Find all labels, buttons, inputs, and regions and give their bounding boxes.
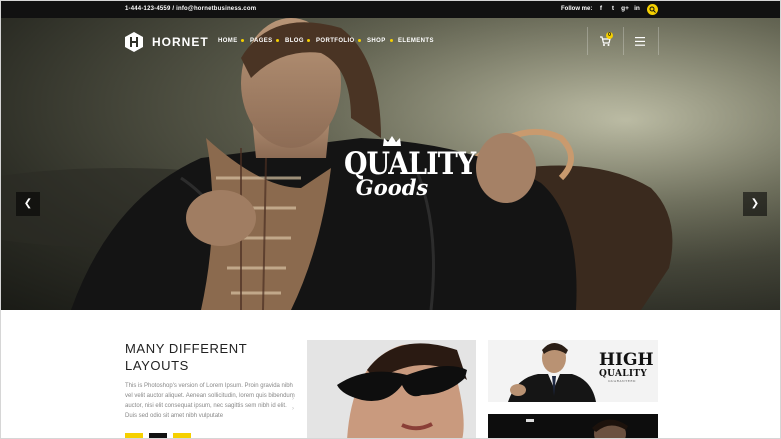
top-bar: 1-444-123-4559 / info@hornetbusiness.com… [1,1,780,18]
contact-info: 1-444-123-4559 / info@hornetbusiness.com [125,6,257,12]
facebook-icon[interactable]: f [596,5,606,14]
color-swatch-yellow[interactable] [173,433,191,438]
menu-item-shop[interactable]: SHOP [367,38,386,44]
brand-name[interactable]: HORNET [152,35,209,49]
hornet-logo-icon[interactable] [124,32,144,52]
nav-divider [623,27,624,55]
dark-promo-photo[interactable] [488,414,658,438]
menu-separator [241,39,244,42]
hero-headline: QUALITY Goods [344,146,476,199]
menu-separator [276,39,279,42]
section-title: MANY DIFFERENT LAYOUTS [125,341,248,373]
menu-separator [358,39,361,42]
menu-item-pages[interactable]: PAGES [250,38,273,44]
high-quality-line-3: GUARANTEED [608,379,636,383]
scroll-indicator: › › [292,396,294,412]
menu-item-home[interactable]: HOME [218,38,238,44]
color-swatch-black[interactable] [149,433,167,438]
page-frame: 1-444-123-4559 / info@hornetbusiness.com… [0,0,781,439]
hero-headline-line-1: QUALITY [344,146,476,183]
menu-item-blog[interactable]: BLOG [285,38,304,44]
menu-separator [307,39,310,42]
twitter-icon[interactable]: t [608,5,618,14]
nav-divider [587,27,588,55]
follow-label: Follow me: [561,6,593,12]
color-swatch-yellow[interactable] [125,433,143,438]
menu-icon[interactable] [635,37,645,46]
search-icon [649,6,656,13]
nav-divider [658,27,659,55]
menu-separator [390,39,393,42]
crown-icon [383,136,401,146]
search-button[interactable] [647,4,658,15]
google-plus-icon[interactable]: g+ [620,5,630,14]
sunglasses-image [307,340,476,438]
next-slide-button[interactable]: ❯ [743,192,767,216]
menu-item-portfolio[interactable]: PORTFOLIO [316,38,355,44]
cart-count-badge: 0 [606,32,613,39]
prev-slide-button[interactable]: ❮ [16,192,40,216]
high-quality-line-1: HIGH [599,350,654,370]
high-quality-line-2: QUALITY [599,369,648,379]
sunglasses-photo[interactable] [307,340,476,438]
linkedin-icon[interactable]: in [632,5,642,14]
high-quality-badge: HIGH QUALITY GUARANTEED [599,350,654,384]
menu-item-elements[interactable]: ELEMENTS [398,38,434,44]
section-body: This is Photoshop's version of Lorem Ips… [125,383,295,419]
dark-promo-image [488,414,658,438]
